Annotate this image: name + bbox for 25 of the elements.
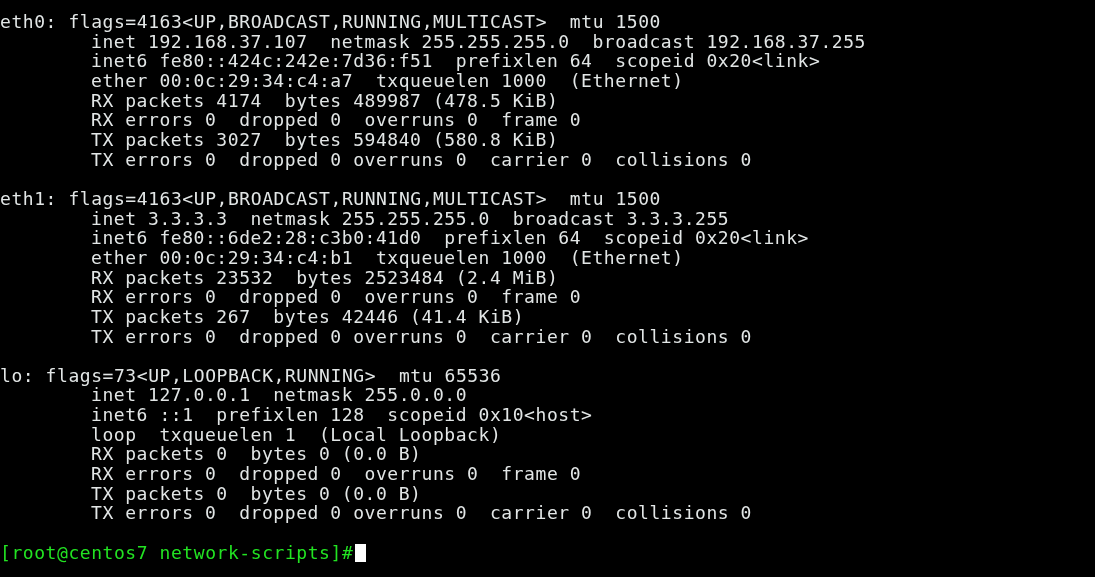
output-line: TX errors 0 dropped 0 overruns 0 carrier 0 collisions 0 — [91, 149, 753, 170]
interface-header: eth0: flags=4163<UP,BROADCAST,RUNNING,MULTICAST> mtu 1500 — [0, 12, 662, 32]
output-line: ether 00:0c:29:34:c4:b1 txqueuelen 1000 (Ethernet) — [91, 247, 684, 268]
output-line: RX errors 0 dropped 0 overruns 0 frame 0 — [91, 110, 582, 130]
output-line: RX errors 0 dropped 0 overruns 0 frame 0 — [91, 464, 582, 484]
output-line: TX packets 0 bytes 0 (0.0 B) — [91, 483, 422, 504]
output-line: RX packets 4174 bytes 489987 (478.5 KiB) — [91, 90, 559, 111]
output-line: loop txqueuelen 1 (Local Loopback) — [91, 424, 502, 445]
output-line: inet 127.0.0.1 netmask 255.0.0.0 — [91, 385, 468, 406]
output-line: TX errors 0 dropped 0 overruns 0 carrier 0 collisions 0 — [91, 503, 753, 524]
output-line: inet6 ::1 prefixlen 128 scopeid 0x10<host> — [91, 405, 593, 425]
output-line: RX packets 23532 bytes 2523484 (2.4 MiB) — [91, 267, 559, 288]
output-line: RX packets 0 bytes 0 (0.0 B) — [91, 444, 422, 465]
output-line: inet 3.3.3.3 netmask 255.255.255.0 broadcast 3.3.3.255 — [91, 208, 730, 229]
shell-prompt: [root@centos7 network-scripts]# — [0, 542, 354, 563]
output-line: inet6 fe80::6de2:28:c3b0:41d0 prefixlen 64 scopeid 0x20<link> — [91, 228, 809, 248]
output-line: RX errors 0 dropped 0 overruns 0 frame 0 — [91, 287, 582, 307]
interface-header: lo: flags=73<UP,LOOPBACK,RUNNING> mtu 65536 — [0, 365, 502, 386]
output-line: TX errors 0 dropped 0 overruns 0 carrier 0 collisions 0 — [91, 326, 753, 347]
output-line: ether 00:0c:29:34:c4:a7 txqueuelen 1000 (Ethernet) — [91, 70, 684, 91]
output-line: TX packets 3027 bytes 594840 (580.8 KiB) — [91, 129, 559, 150]
output-line: inet 192.168.37.107 netmask 255.255.255.0 broadcast 192.168.37.255 — [91, 31, 866, 52]
output-line: TX packets 267 bytes 42446 (41.4 KiB) — [91, 306, 525, 327]
output-line: inet6 fe80::424c:242e:7d36:f51 prefixlen 64 scopeid 0x20<link> — [91, 51, 821, 71]
interface-header: eth1: flags=4163<UP,BROADCAST,RUNNING,MULTICAST> mtu 1500 — [0, 188, 662, 209]
